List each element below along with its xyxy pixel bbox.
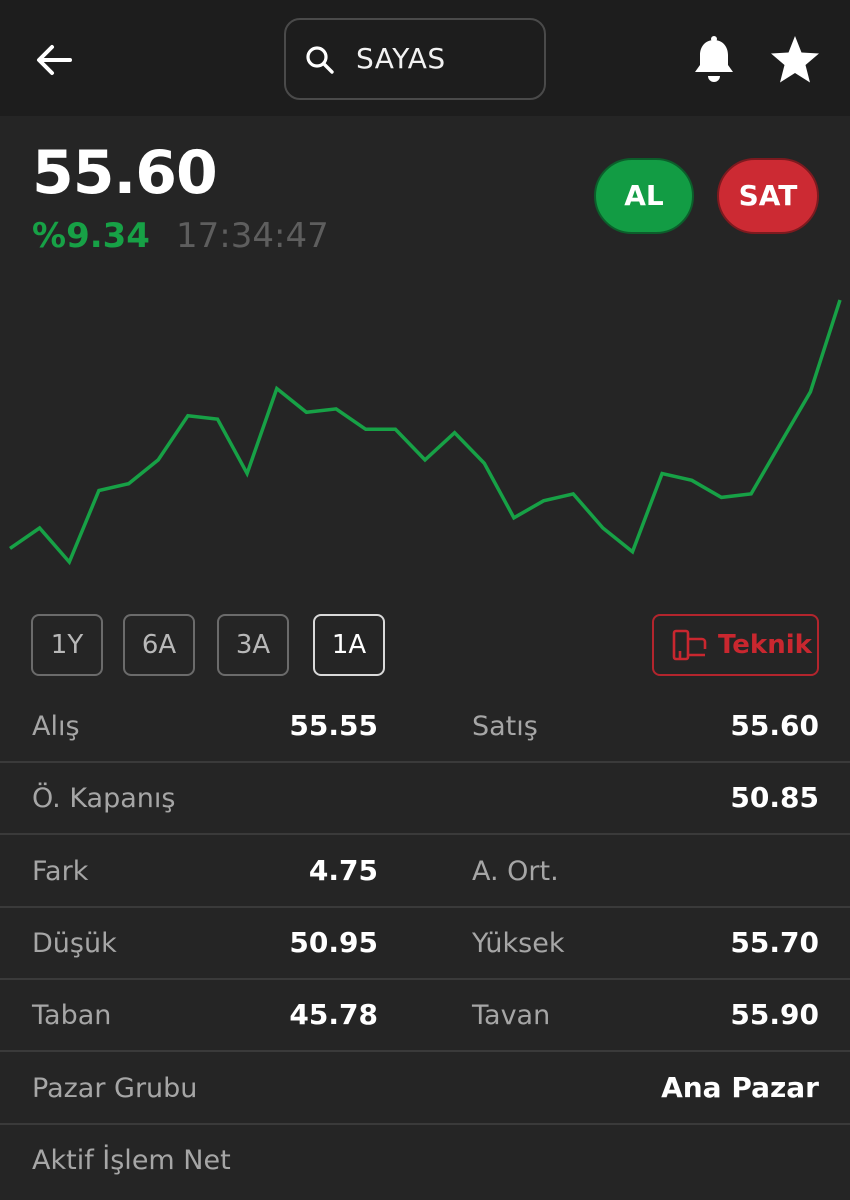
detail-value: 55.55 (289, 709, 378, 742)
detail-label: Taban (32, 1000, 112, 1032)
detail-value: 45.78 (289, 998, 378, 1032)
search-box[interactable]: SAYAS (284, 18, 546, 100)
detail-label: Satış (472, 711, 538, 742)
price-chart (9, 299, 842, 566)
detail-value: 55.60 (730, 709, 819, 742)
top-bar: SAYAS (0, 0, 850, 116)
detail-row: Aktif İşlem Net (0, 1125, 850, 1197)
back-button[interactable] (30, 36, 78, 84)
detail-label: Pazar Grubu (32, 1072, 198, 1104)
detail-value: 55.90 (730, 998, 819, 1032)
detail-label: Aktif İşlem Net (32, 1144, 231, 1176)
star-icon (771, 36, 819, 83)
period-1y-button[interactable]: 1Y (31, 614, 103, 676)
period-3a-button[interactable]: 3A (217, 614, 289, 676)
detail-row: Alış 55.55 Satış 55.60 (0, 691, 850, 763)
detail-value: 55.70 (730, 925, 819, 959)
detail-value: Ana Pazar (661, 1070, 819, 1104)
detail-label: Ö. Kapanış (32, 783, 176, 815)
alarm-button[interactable] (690, 34, 738, 84)
update-time: 17:34:47 (176, 216, 329, 256)
detail-label: Yüksek (472, 927, 565, 959)
detail-row: Fark 4.75 A. Ort. (0, 836, 850, 908)
detail-row: Düşük 50.95 Yüksek 55.70 (0, 908, 850, 980)
search-icon (306, 46, 334, 74)
buy-button[interactable]: AL (594, 158, 694, 234)
technical-chart-icon (672, 629, 707, 661)
percent-change: %9.34 (32, 216, 150, 256)
period-6a-button[interactable]: 6A (123, 614, 195, 676)
last-price: 55.60 (32, 138, 218, 208)
detail-label: Alış (32, 711, 80, 742)
back-arrow-icon (37, 45, 72, 75)
price-line (9, 299, 842, 566)
bell-icon (695, 36, 733, 82)
technical-analysis-button[interactable]: Teknik (652, 614, 819, 676)
detail-row: Pazar Grubu Ana Pazar (0, 1053, 850, 1125)
detail-row: Taban 45.78 Tavan 55.90 (0, 980, 850, 1053)
sell-button[interactable]: SAT (717, 158, 819, 234)
detail-value: 50.95 (289, 925, 378, 959)
search-input[interactable]: SAYAS (356, 42, 446, 75)
technical-analysis-label: Teknik (718, 630, 812, 660)
detail-value: 50.85 (730, 781, 819, 815)
detail-value: 4.75 (308, 853, 378, 887)
detail-label: A. Ort. (472, 855, 559, 887)
period-1a-button[interactable]: 1A (313, 614, 385, 676)
detail-label: Düşük (32, 927, 117, 959)
favorite-button[interactable] (768, 34, 822, 86)
detail-label: Fark (32, 855, 89, 887)
detail-label: Tavan (472, 1000, 551, 1032)
detail-row: Ö. Kapanış 50.85 (0, 763, 850, 836)
